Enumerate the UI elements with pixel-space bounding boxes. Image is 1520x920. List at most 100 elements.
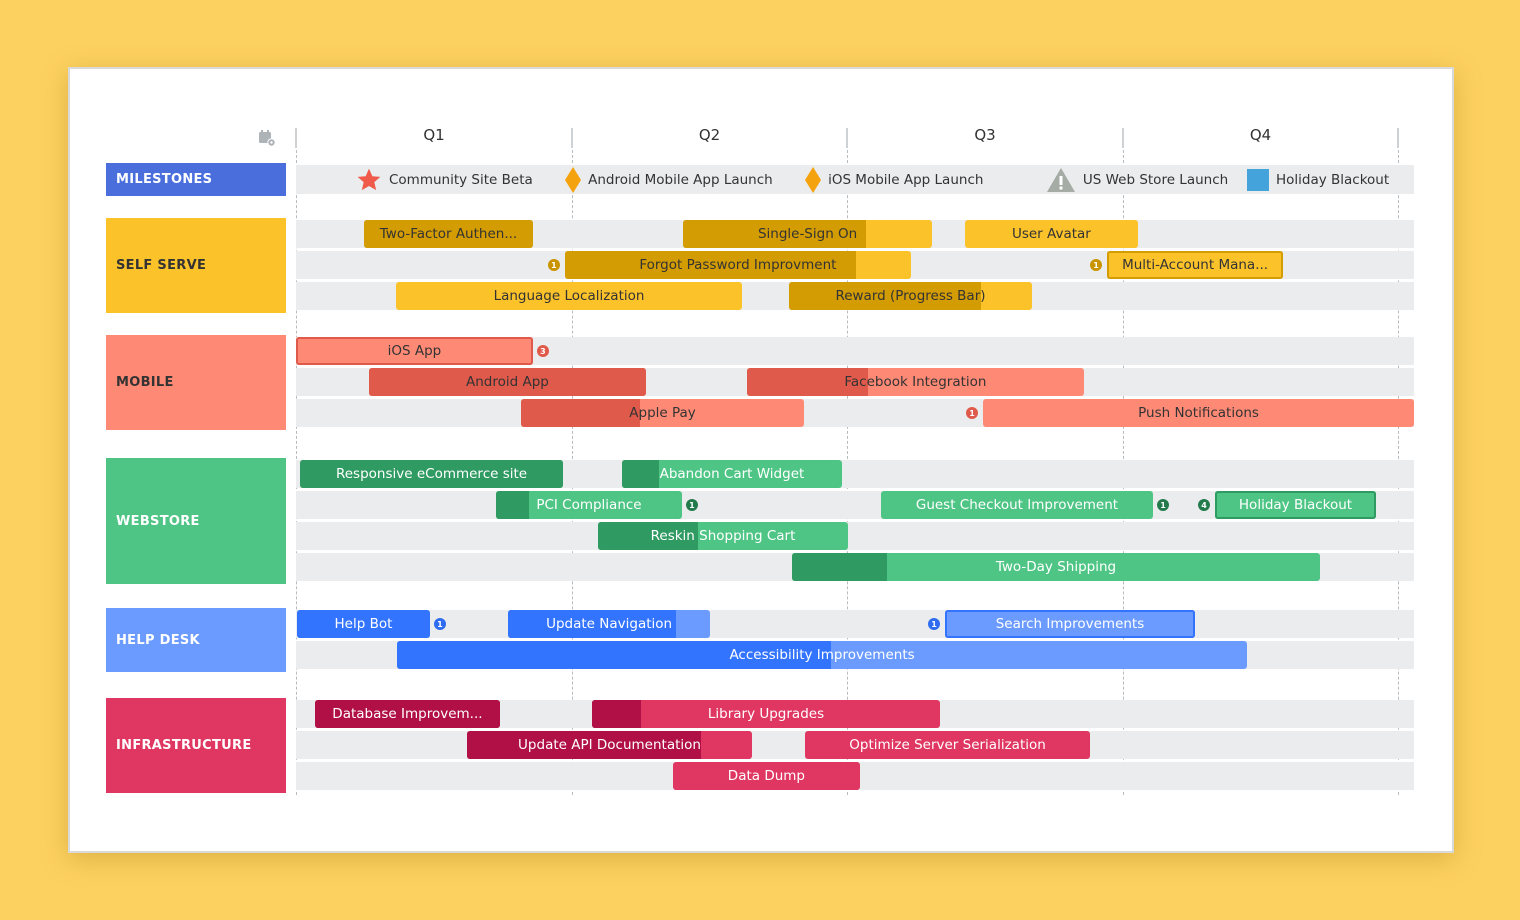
dependency-badge[interactable]: 1 — [928, 618, 941, 630]
bar-label: Data Dump — [727, 768, 805, 784]
bar-label: Language Localization — [493, 288, 645, 304]
bar-label: Optimize Server Serialization — [849, 737, 1046, 753]
group-label-mobile[interactable]: MOBILE — [106, 335, 286, 430]
roadmap-bar[interactable]: Guest Checkout Improvement — [880, 491, 1154, 519]
roadmap-bar[interactable]: Android App — [369, 368, 646, 396]
bar-label: Abandon Cart Widget — [659, 466, 805, 482]
bar-label: Two-Factor Authen... — [379, 226, 518, 242]
roadmap-bar[interactable]: Update API Documentation — [467, 731, 752, 759]
square-icon — [1246, 168, 1269, 191]
bar-label: Push Notifications — [1138, 405, 1259, 421]
roadmap-bar[interactable]: PCI Compliance — [496, 491, 682, 519]
milestone[interactable]: US Web Store Launch — [1046, 165, 1228, 194]
warning-icon — [1046, 167, 1076, 193]
roadmap-bar[interactable]: Reward (Progress Bar) — [788, 282, 1033, 310]
dependency-badge[interactable]: 1 — [547, 259, 560, 271]
quarter-tick — [295, 128, 297, 148]
roadmap-bar[interactable]: Update Navigation — [508, 610, 711, 638]
group-label-text: HELP DESK — [116, 632, 200, 648]
milestone[interactable]: Holiday Blackout — [1246, 165, 1389, 194]
roadmap-bar[interactable]: Help Bot — [297, 610, 430, 638]
group-label-help-desk[interactable]: HELP DESK — [106, 608, 286, 672]
group-label-text: SELF SERVE — [116, 258, 207, 273]
quarter-label-q1: Q1 — [423, 126, 445, 144]
bar-label: Database Improvem... — [332, 706, 483, 722]
roadmap-bar[interactable]: Push Notifications — [983, 399, 1414, 427]
dependency-badge[interactable]: 3 — [536, 345, 549, 357]
roadmap-bar[interactable]: Forgot Password Improvment — [564, 251, 911, 279]
bar-label: Facebook Integration — [844, 374, 987, 390]
roadmap-bar[interactable]: User Avatar — [964, 220, 1138, 248]
roadmap-bar[interactable]: Accessibility Improvements — [397, 641, 1247, 669]
progress-fill — [521, 399, 640, 427]
roadmap-bar[interactable]: Single-Sign On — [683, 220, 933, 248]
roadmap-bar[interactable]: Facebook Integration — [746, 368, 1084, 396]
bar-label: Android App — [466, 374, 549, 390]
roadmap-bar[interactable]: Multi-Account Mana... — [1107, 251, 1284, 279]
dependency-badge[interactable]: 1 — [685, 499, 698, 511]
milestone-label: US Web Store Launch — [1082, 171, 1229, 188]
bar-label: Accessibility Improvements — [729, 647, 915, 663]
bar-label: iOS App — [387, 343, 442, 359]
group-label-infrastructure[interactable]: INFRASTRUCTURE — [106, 698, 286, 793]
quarter-label-q2: Q2 — [698, 126, 721, 144]
bar-label: Reskin Shopping Cart — [650, 528, 796, 544]
lane-row — [296, 522, 1414, 550]
group-label-text: MOBILE — [116, 375, 174, 390]
roadmap-bar[interactable]: Reskin Shopping Cart — [597, 522, 849, 550]
quarter-tick — [570, 128, 573, 148]
bar-label: Library Upgrades — [707, 706, 825, 722]
roadmap-bar[interactable]: Search Improvements — [945, 610, 1195, 638]
group-label-webstore[interactable]: WEBSTORE — [106, 458, 286, 584]
group-label-self-serve[interactable]: SELF SERVE — [106, 218, 286, 313]
dependency-badge[interactable]: 1 — [1157, 499, 1170, 511]
bar-label: Holiday Blackout — [1238, 497, 1353, 513]
bar-label: User Avatar — [1011, 226, 1091, 242]
roadmap-bar[interactable]: Responsive eCommerce site — [300, 460, 563, 488]
bar-label: Help Bot — [334, 616, 393, 632]
bar-label: Update Navigation — [546, 616, 673, 632]
milestone[interactable]: Android Mobile App Launch — [565, 165, 773, 194]
bar-label: Guest Checkout Improvement — [915, 497, 1119, 513]
bar-label: Multi-Account Mana... — [1122, 257, 1269, 273]
quarter-label-q3: Q3 — [974, 126, 996, 144]
group-label-text: INFRASTRUCTURE — [116, 738, 252, 753]
roadmap-bar[interactable]: Apple Pay — [521, 399, 805, 427]
bar-label: Reward (Progress Bar) — [835, 288, 986, 304]
roadmap-bar[interactable]: Two-Factor Authen... — [364, 220, 533, 248]
calendar-settings-icon[interactable] — [257, 128, 277, 148]
milestones-label: MILESTONES — [116, 172, 213, 187]
roadmap-bar[interactable]: Database Improvem... — [315, 700, 500, 728]
bar-label: Two-Day Shipping — [995, 559, 1117, 575]
bar-label: Update API Documentation — [518, 737, 701, 753]
quarter-tick — [1397, 128, 1399, 148]
dependency-badge[interactable]: 1 — [966, 407, 979, 419]
dependency-badge[interactable]: 4 — [1198, 499, 1211, 511]
dependency-badge[interactable]: 1 — [433, 618, 446, 630]
quarter-label-q4: Q4 — [1249, 126, 1272, 144]
roadmap-bar[interactable]: iOS App — [296, 337, 533, 365]
bar-label: Responsive eCommerce site — [335, 466, 528, 482]
diamond-icon — [805, 166, 822, 193]
roadmap-bar[interactable]: Data Dump — [672, 762, 860, 790]
roadmap-bar[interactable]: Holiday Blackout — [1215, 491, 1376, 519]
lane-row — [296, 610, 1414, 638]
roadmap-bar[interactable]: Abandon Cart Widget — [621, 460, 843, 488]
bar-label: Single-Sign On — [757, 226, 858, 242]
group-label-milestones: MILESTONES — [106, 163, 286, 196]
quarter-tick — [1121, 128, 1124, 148]
star-icon — [356, 167, 382, 193]
progress-fill — [496, 491, 530, 519]
milestone[interactable]: iOS Mobile App Launch — [805, 165, 983, 194]
bar-label: PCI Compliance — [536, 497, 642, 513]
dependency-badge[interactable]: 1 — [1090, 259, 1103, 271]
roadmap-bar[interactable]: Two-Day Shipping — [791, 553, 1321, 581]
group-label-text: WEBSTORE — [116, 513, 200, 529]
roadmap-bar[interactable]: Language Localization — [396, 282, 743, 310]
roadmap-bar[interactable]: Library Upgrades — [591, 700, 941, 728]
quarter-tick — [846, 128, 848, 148]
diamond-icon — [565, 166, 582, 193]
roadmap-bar[interactable]: Optimize Server Serialization — [805, 731, 1090, 759]
bar-label: Forgot Password Improvment — [639, 257, 837, 273]
milestone[interactable]: Community Site Beta — [356, 165, 533, 194]
